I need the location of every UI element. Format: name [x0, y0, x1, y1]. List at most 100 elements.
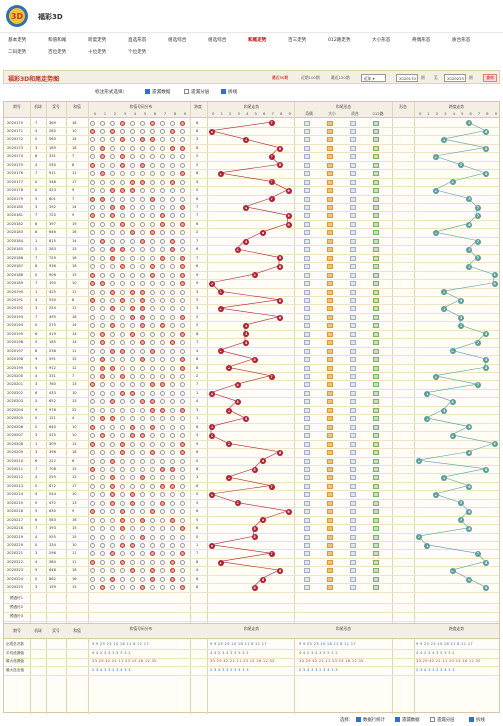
- sum-dist-dot: [90, 492, 95, 498]
- row-divider: [4, 363, 499, 365]
- tail-ball: 4: [243, 331, 249, 338]
- span-ball: 6: [466, 120, 473, 127]
- form-cell: [304, 509, 310, 515]
- row-sum: 11: [72, 289, 77, 294]
- sum-dist-dot: [160, 213, 165, 219]
- tail-ball: 5: [251, 466, 258, 473]
- nav-item[interactable]: 组选综合: [168, 37, 186, 43]
- query-button[interactable]: 查询: [483, 73, 497, 82]
- row-issue: 2020210: [7, 458, 24, 463]
- sum-dist-dot: [150, 365, 155, 371]
- nav-item[interactable]: 和尾走势: [248, 37, 266, 43]
- stats-header-tailtrend: 和尾走势: [243, 626, 260, 632]
- sum-dist-dot: [150, 179, 155, 185]
- sum-dist-dot: [160, 475, 165, 481]
- sum-dist-dot: [120, 314, 125, 320]
- checkbox-icon[interactable]: [184, 89, 189, 94]
- row-issue: 2020211: [7, 466, 24, 471]
- checkbox-icon[interactable]: [395, 717, 400, 722]
- checkbox-icon[interactable]: [356, 717, 361, 722]
- sum-dist-dot: [100, 441, 105, 447]
- footer-option-omit[interactable]: 遗漏数据: [395, 717, 420, 723]
- row-issue: 2020213: [7, 483, 24, 488]
- nav-item[interactable]: 十位走势: [88, 49, 106, 55]
- sum-dist-dot: [120, 475, 125, 481]
- checkbox-icon[interactable]: [469, 717, 474, 722]
- sum-dist-dot: [130, 390, 135, 396]
- sum-dist-dot: [110, 568, 115, 574]
- sum-dist-dot: [110, 314, 115, 320]
- to-issue-input[interactable]: 2020225: [444, 73, 466, 82]
- row-span: 7: [196, 551, 199, 556]
- range-select[interactable]: 近年 ▾: [361, 73, 386, 82]
- sum-dist-dot: [170, 213, 175, 219]
- nav-item[interactable]: 直选形态: [128, 37, 146, 43]
- nav-item[interactable]: 012路走势: [328, 37, 351, 43]
- nav-item[interactable]: 奇偶形态: [412, 37, 430, 43]
- sum-dist-dot: [180, 348, 185, 354]
- footer-option-split[interactable]: 拆线: [469, 717, 485, 723]
- row-sum: 11: [72, 306, 77, 311]
- nav-item[interactable]: 二码走势: [8, 49, 26, 55]
- sum-dist-dot: [160, 433, 165, 439]
- sum-dist-dot: [120, 390, 125, 396]
- tail-ball: 5: [251, 272, 258, 279]
- sum-dist-dot: [140, 551, 145, 557]
- sum-dist-dot: [100, 424, 105, 430]
- row-span: 9: [196, 281, 199, 286]
- sum-dist-dot: [130, 500, 135, 506]
- sum-dist-dot: [180, 357, 185, 363]
- sum-dist-dot: [110, 382, 115, 388]
- form-cell: [304, 264, 310, 270]
- row-span: 8: [196, 585, 199, 590]
- nav-item[interactable]: 组选综合: [208, 37, 226, 43]
- form-cell: [350, 543, 356, 548]
- nav-item[interactable]: 大小形态: [372, 37, 390, 43]
- header-digit: 1: [103, 111, 107, 116]
- site-logo-icon[interactable]: 3D: [4, 3, 32, 29]
- footer-option-stats[interactable]: 数据行统计: [356, 717, 385, 723]
- nav-item[interactable]: 个位走势: [128, 49, 146, 55]
- nav-item[interactable]: 和值和尾: [48, 37, 66, 43]
- checkbox-icon[interactable]: [145, 89, 150, 94]
- row-span: 3: [196, 137, 199, 142]
- stats-header-draw: 奖号: [52, 628, 60, 634]
- sum-dist-dot: [110, 264, 115, 270]
- span-ball: 8: [483, 559, 490, 566]
- row-sum: 15: [72, 357, 77, 362]
- sum-dist-dot: [120, 458, 125, 464]
- site-title[interactable]: 福彩3D: [38, 12, 63, 22]
- row-sum: 7: [72, 154, 75, 159]
- row-machine: 2: [35, 424, 38, 429]
- span-ball: 4: [449, 432, 456, 439]
- recent-120-link[interactable]: 最近120期: [331, 75, 350, 81]
- checkbox-icon[interactable]: [430, 717, 435, 722]
- footer-option-layer[interactable]: 遗漏分层: [430, 717, 455, 723]
- recent-50-link[interactable]: 最近50期: [272, 75, 288, 81]
- sum-dist-dot: [170, 458, 175, 464]
- row-draw: 862: [49, 576, 56, 581]
- nav-item[interactable]: 百位走势: [48, 49, 66, 55]
- svg-text:3D: 3D: [11, 12, 24, 21]
- recent-100-link[interactable]: 近期100期: [301, 75, 320, 81]
- option-omit-layer[interactable]: 遗漏分层: [184, 89, 209, 95]
- row-draw: 159: [49, 585, 56, 590]
- sum-dist-dot: [130, 297, 135, 303]
- nav-item[interactable]: 基本走势: [8, 37, 26, 43]
- row-issue: 2020206: [7, 424, 24, 429]
- checkbox-icon[interactable]: [221, 89, 226, 94]
- from-issue-input[interactable]: 2020170: [396, 73, 418, 82]
- sum-dist-dot: [160, 441, 165, 447]
- sum-dist-dot: [110, 390, 115, 396]
- nav-item[interactable]: 质合形态: [452, 37, 470, 43]
- panel-title: 福彩3D和尾走势图: [8, 76, 60, 83]
- option-omit-data[interactable]: 遗漏数据: [145, 89, 170, 95]
- sum-dist-dot: [160, 120, 165, 126]
- sum-dist-dot: [100, 264, 105, 270]
- sum-dist-dot: [150, 154, 155, 160]
- nav-item[interactable]: 百三走势: [288, 37, 306, 43]
- tail-ball: 7: [268, 373, 275, 380]
- nav-item[interactable]: 跨度走势: [88, 37, 106, 43]
- sum-dist-dot: [110, 230, 115, 236]
- option-split-line[interactable]: 拆线: [221, 89, 237, 95]
